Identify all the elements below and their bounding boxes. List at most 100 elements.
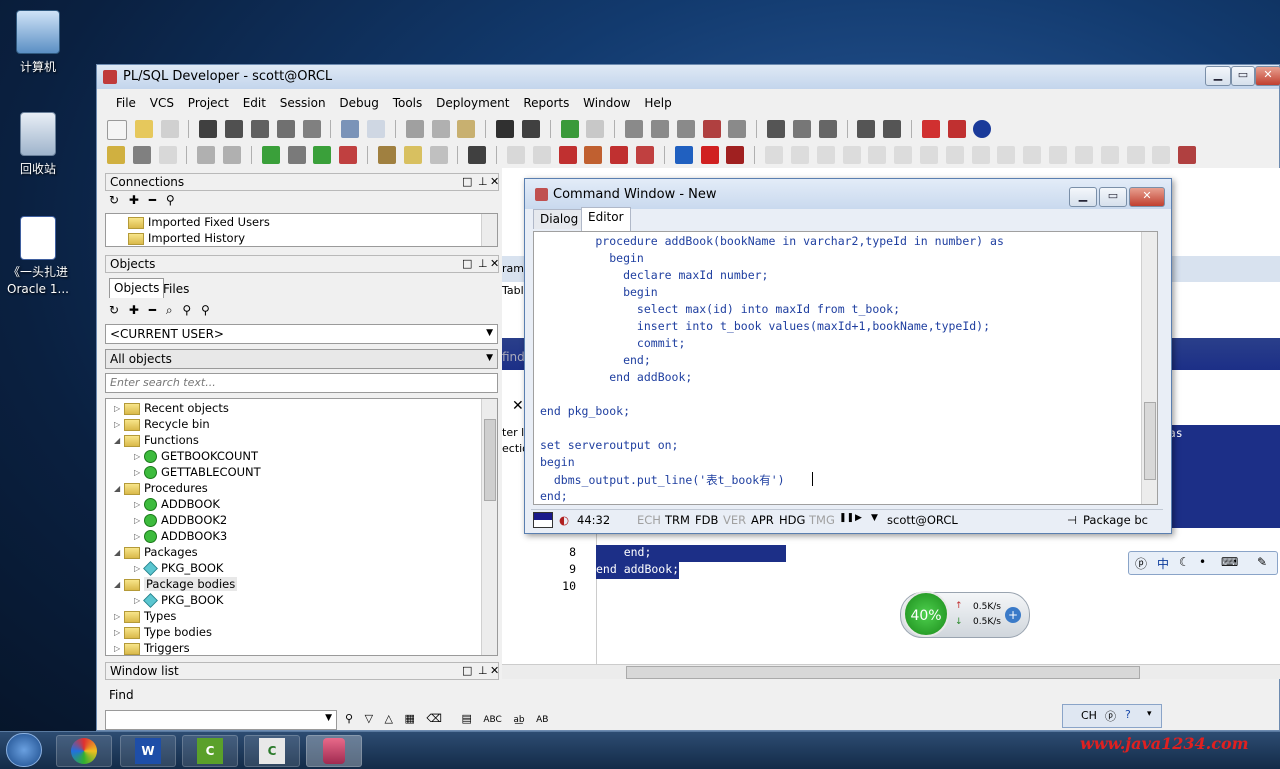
collapsed-triangle-icon[interactable]: ▷ xyxy=(134,532,144,541)
ime-punct-icon[interactable]: • xyxy=(1199,555,1206,569)
panel-close-icon[interactable]: ✕ xyxy=(490,175,499,188)
doc-icon[interactable] xyxy=(429,146,448,164)
taskbar-app-camtasia1[interactable]: C xyxy=(182,735,238,767)
add-icon[interactable]: ✚ xyxy=(129,193,139,207)
disabled3-icon[interactable] xyxy=(816,146,835,164)
desktop-icon-recycle-bin[interactable]: 回收站 xyxy=(0,112,76,177)
disabled12-icon[interactable] xyxy=(1049,146,1068,164)
close-button[interactable]: ✕ xyxy=(1129,187,1165,207)
minimize-button[interactable]: ▁ xyxy=(1069,187,1097,207)
tree-item[interactable]: ▷ Recycle bin xyxy=(114,417,210,433)
collapsed-triangle-icon[interactable]: ▷ xyxy=(114,644,124,653)
disabled6-icon[interactable] xyxy=(894,146,913,164)
tree-item[interactable]: ▷ Type bodies xyxy=(114,625,212,641)
db-icon[interactable] xyxy=(197,146,216,164)
tree-item[interactable]: ▷ ADDBOOK2 xyxy=(134,513,227,529)
hammer-icon[interactable] xyxy=(1178,146,1197,164)
start-button[interactable] xyxy=(6,733,42,767)
disabled15-icon[interactable] xyxy=(1126,146,1145,164)
taskbar-app-camtasia2[interactable]: C xyxy=(244,735,300,767)
copy-icon[interactable] xyxy=(431,120,450,138)
collapsed-triangle-icon[interactable]: ▷ xyxy=(134,452,144,461)
code-editor[interactable]: procedure addBook(bookName in varchar2,t… xyxy=(533,231,1158,505)
options-icon[interactable]: ▤ xyxy=(461,712,471,725)
save-icon[interactable] xyxy=(199,120,218,138)
open-icon[interactable] xyxy=(134,120,153,138)
find-next-icon[interactable]: ▽ xyxy=(365,712,373,725)
match-case-button[interactable]: ABC xyxy=(483,715,501,725)
hscroll[interactable] xyxy=(502,664,1280,679)
panel-pin-icon[interactable]: ⊥ xyxy=(478,664,488,677)
taskbar-app-word[interactable]: W xyxy=(120,735,176,767)
replace-icon[interactable] xyxy=(521,120,540,138)
tree-item[interactable]: ▷ PKG_BOOK xyxy=(134,561,223,577)
psql-icon[interactable] xyxy=(287,146,306,164)
refresh-icon[interactable]: ↻ xyxy=(109,193,119,207)
menu-file[interactable]: File xyxy=(111,93,141,113)
help-icon[interactable]: ? xyxy=(1125,708,1131,721)
arrow-right-red-icon[interactable] xyxy=(700,146,719,164)
collapsed-triangle-icon[interactable]: ▷ xyxy=(114,612,124,621)
disabled7-icon[interactable] xyxy=(919,146,938,164)
unindent-icon[interactable] xyxy=(650,120,669,138)
ime-tools-icon[interactable]: ✎ xyxy=(1257,555,1267,569)
desktop-icon-document[interactable]: 《一头扎进Oracle 1... xyxy=(0,216,76,298)
tree-item[interactable]: Imported Fixed Users xyxy=(128,215,270,231)
tree-item[interactable]: ▷ GETBOOKCOUNT xyxy=(134,449,258,465)
compile-icon[interactable] xyxy=(158,146,177,164)
paste-icon[interactable] xyxy=(457,120,476,138)
disabled8-icon[interactable] xyxy=(945,146,964,164)
disabled11-icon[interactable] xyxy=(1023,146,1042,164)
scrollbar-thumb[interactable] xyxy=(484,419,496,501)
scrollbar-thumb[interactable] xyxy=(626,666,1140,679)
tree-item[interactable]: ▷ ADDBOOK xyxy=(134,497,220,513)
flag-hdg[interactable]: HDG xyxy=(779,513,805,527)
oracle-icon[interactable] xyxy=(921,120,940,138)
minimize-button[interactable]: ▁ xyxy=(1205,66,1231,86)
disabled2-icon[interactable] xyxy=(790,146,809,164)
info-icon[interactable] xyxy=(973,120,992,138)
object-filter-select[interactable]: All objects ▼ xyxy=(105,349,498,369)
tab-editor[interactable]: Editor xyxy=(581,207,631,231)
tab-dialog[interactable]: Dialog xyxy=(533,209,586,229)
user-select[interactable]: <CURRENT USER> ▼ xyxy=(105,324,498,344)
collapsed-triangle-icon[interactable]: ▷ xyxy=(114,404,124,413)
obj6-icon[interactable] xyxy=(636,146,655,164)
tree-item[interactable]: ◢ Procedures xyxy=(114,481,208,497)
find-input[interactable]: ▼ xyxy=(105,710,337,730)
find-prev-icon[interactable]: △ xyxy=(385,712,393,725)
tab-files[interactable]: Files xyxy=(163,280,189,298)
connect-icon[interactable] xyxy=(313,146,332,164)
break-icon[interactable] xyxy=(586,120,605,138)
save-all-icon[interactable] xyxy=(225,120,244,138)
tray-ime-icon[interactable]: ⓟ xyxy=(1105,708,1116,724)
disabled13-icon[interactable] xyxy=(1074,146,1093,164)
plus-icon[interactable]: + xyxy=(1005,607,1021,623)
print-preview-icon[interactable] xyxy=(276,120,295,138)
redo-icon[interactable] xyxy=(367,120,386,138)
obj1-icon[interactable] xyxy=(506,146,525,164)
scrollbar-thumb[interactable] xyxy=(1144,402,1156,480)
format-icon[interactable] xyxy=(728,120,747,138)
indent-icon[interactable] xyxy=(625,120,644,138)
tree-item[interactable]: ▷ Types xyxy=(114,609,176,625)
next-icon[interactable]: ▶ xyxy=(855,513,862,523)
scrollbar[interactable] xyxy=(481,399,497,655)
obj2-icon[interactable] xyxy=(532,146,551,164)
cut-icon[interactable] xyxy=(405,120,424,138)
whole-word-button[interactable]: a͟b xyxy=(513,715,524,725)
disabled14-icon[interactable] xyxy=(1100,146,1119,164)
disabled16-icon[interactable] xyxy=(1152,146,1171,164)
panel-float-icon[interactable]: □ xyxy=(462,664,472,677)
tree-item[interactable]: ▷ ADDBOOK3 xyxy=(134,529,227,545)
panel-close-icon[interactable]: ✕ xyxy=(490,664,499,677)
bg-close-icon[interactable]: ✕ xyxy=(512,398,524,414)
car-icon[interactable] xyxy=(726,146,745,164)
tab-objects[interactable]: Objects xyxy=(109,278,165,298)
arrange-icon[interactable] xyxy=(818,120,837,138)
flag-trm[interactable]: TRM xyxy=(665,513,690,527)
print-icon[interactable] xyxy=(160,120,179,138)
settings-icon[interactable] xyxy=(132,146,151,164)
obj5-icon[interactable] xyxy=(610,146,629,164)
uncomment-icon[interactable] xyxy=(702,120,721,138)
